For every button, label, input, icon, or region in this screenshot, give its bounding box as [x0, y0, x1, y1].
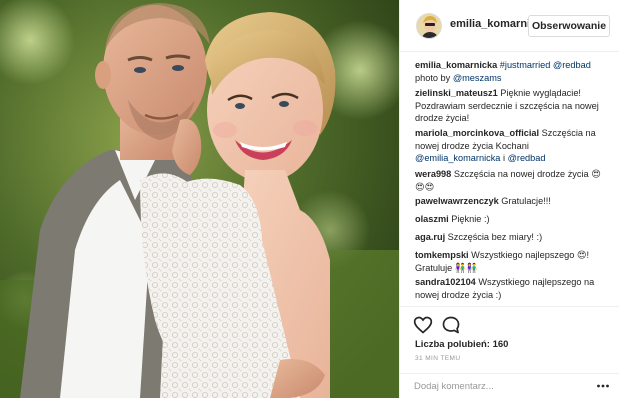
- comment-text: Gratulacje!!!: [498, 196, 551, 206]
- comment-link[interactable]: @emilia_komarnicka: [415, 153, 500, 163]
- heart-icon[interactable]: [413, 315, 433, 335]
- comment-username[interactable]: wera998: [415, 169, 451, 179]
- likes-count[interactable]: Liczba polubień: 160: [415, 339, 508, 350]
- comment-username[interactable]: olaszmi: [415, 214, 449, 224]
- comment-item: zielinski_mateusz1 Pięknie wyglądacie! P…: [415, 87, 605, 125]
- author-avatar[interactable]: [416, 13, 442, 39]
- post-photo[interactable]: [0, 0, 399, 398]
- comment-username[interactable]: tomkempski: [415, 250, 469, 260]
- post-timestamp[interactable]: 31 MIN TEMU: [415, 355, 460, 362]
- add-comment-section: [400, 373, 619, 397]
- comment-text: i: [500, 153, 508, 164]
- comment-bubble-icon[interactable]: [441, 315, 461, 335]
- comment-username[interactable]: emilia_komarnicka: [415, 60, 497, 70]
- comment-text: Szczęścia bez miary! :): [445, 232, 543, 242]
- post-side-panel: emilia_komarnici Obserwowanie emilia_kom…: [399, 0, 619, 398]
- comment-item: sandra102104 Wszystkiego najlepszego na …: [415, 276, 605, 301]
- post-header: emilia_komarnici Obserwowanie: [400, 0, 619, 52]
- comment-username[interactable]: mariola_morcinkova_official: [415, 128, 539, 138]
- comment-username[interactable]: pawelwawrzenczyk: [415, 196, 499, 206]
- comment-item: pawelwawrzenczyk Gratulacje!!!: [415, 195, 605, 208]
- avatar-icon: [417, 14, 441, 38]
- comment-item: aga.ruj Szczęścia bez miary! :): [415, 231, 605, 244]
- comment-text: photo by: [415, 72, 453, 83]
- post-actions: Liczba polubień: 160 31 MIN TEMU: [400, 306, 619, 396]
- comment-username[interactable]: sandra102104: [415, 277, 476, 287]
- add-comment-input[interactable]: [414, 378, 584, 394]
- comments-list[interactable]: emilia_komarnicka #justmarried @redbad p…: [400, 52, 619, 306]
- comment-item: olaszmi Pięknie :): [415, 213, 605, 226]
- comment-item: tomkempski Wszystkiego najlepszego 😍! Gr…: [415, 249, 605, 274]
- comment-text: Pięknie :): [448, 214, 490, 224]
- comment-item: emilia_komarnicka #justmarried @redbad p…: [415, 59, 605, 84]
- comment-link[interactable]: #justmarried @redbad: [500, 60, 591, 70]
- comment-username[interactable]: zielinski_mateusz1: [415, 88, 498, 98]
- comment-link[interactable]: @meszams: [453, 73, 502, 83]
- comment-link[interactable]: @redbad: [508, 153, 546, 163]
- comment-username[interactable]: aga.ruj: [415, 232, 445, 242]
- more-options-icon[interactable]: [596, 380, 610, 392]
- following-button[interactable]: Obserwowanie: [528, 15, 610, 37]
- author-username[interactable]: emilia_komarnici: [450, 18, 539, 30]
- wedding-photo-illustration: [0, 0, 399, 398]
- comment-item: wera998 Szczęścia na nowej drodze życia …: [415, 168, 605, 193]
- comment-item: mariola_morcinkova_official Szczęścia na…: [415, 127, 605, 165]
